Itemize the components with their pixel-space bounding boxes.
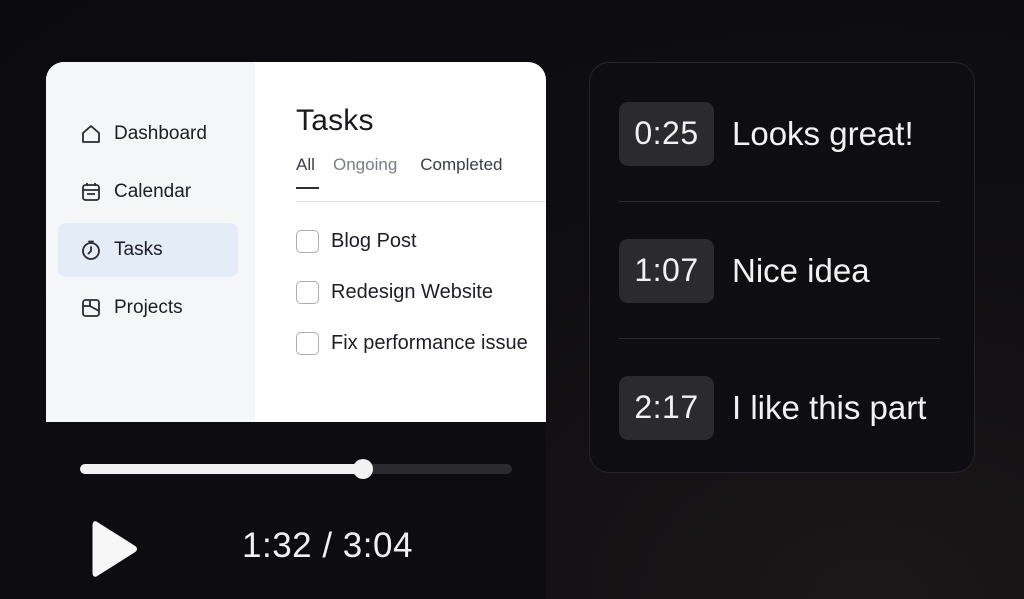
tab-all[interactable]: All (296, 153, 319, 186)
list-item: Redesign Website (296, 267, 546, 318)
list-item: Blog Post (296, 216, 546, 267)
play-button[interactable] (90, 518, 140, 580)
play-icon (92, 521, 137, 577)
comment-item: 0:25 Looks great! (619, 65, 940, 202)
sidebar-item-label: Dashboard (114, 123, 207, 144)
progress-bar[interactable] (80, 459, 512, 479)
comment-text: Nice idea (732, 251, 870, 289)
task-checkbox[interactable] (296, 332, 319, 355)
sidebar-item-calendar[interactable]: Calendar (58, 165, 238, 219)
folder-icon (80, 297, 102, 319)
task-checkbox[interactable] (296, 281, 319, 304)
comments-panel: 0:25 Looks great! 1:07 Nice idea 2:17 I … (589, 62, 975, 473)
tab-divider (296, 201, 546, 202)
progress-handle[interactable] (353, 459, 374, 479)
tab-completed[interactable]: Completed (420, 153, 502, 186)
sidebar-item-projects[interactable]: Projects (58, 281, 238, 335)
sidebar-item-label: Projects (114, 297, 183, 318)
video-frame[interactable]: Dashboard Calendar Tasks Projects Tasks … (46, 62, 546, 422)
tasks-main: Tasks All Ongoing Completed Blog Post Re… (255, 62, 546, 422)
task-checkbox[interactable] (296, 230, 319, 253)
time-display: 1:32 / 3:04 (242, 526, 413, 565)
task-list: Blog Post Redesign Website Fix performan… (296, 216, 546, 369)
sidebar-item-dashboard[interactable]: Dashboard (58, 107, 238, 161)
comment-text: Looks great! (732, 114, 914, 152)
task-label: Fix performance issue (331, 332, 528, 354)
task-tabs: All Ongoing Completed (296, 153, 546, 186)
player-controls: 1:32 / 3:04 (46, 422, 546, 599)
comment-item: 1:07 Nice idea (619, 202, 940, 339)
video-player: Dashboard Calendar Tasks Projects Tasks … (46, 62, 546, 599)
calendar-icon (80, 181, 102, 203)
home-icon (80, 123, 102, 145)
comment-text: I like this part (732, 388, 927, 426)
task-label: Blog Post (331, 230, 417, 252)
progress-fill (80, 464, 364, 474)
app-sidebar: Dashboard Calendar Tasks Projects (46, 62, 255, 422)
sidebar-item-label: Calendar (114, 181, 192, 202)
page-title: Tasks (296, 104, 374, 137)
task-label: Redesign Website (331, 281, 493, 303)
list-item: Fix performance issue (296, 318, 546, 369)
sidebar-item-label: Tasks (114, 239, 163, 260)
timestamp-badge[interactable]: 0:25 (619, 101, 714, 166)
timestamp-badge[interactable]: 2:17 (619, 375, 714, 440)
timestamp-badge[interactable]: 1:07 (619, 238, 714, 303)
sidebar-item-tasks[interactable]: Tasks (58, 223, 238, 277)
clock-icon (80, 239, 102, 261)
tab-ongoing[interactable]: Ongoing (333, 153, 397, 186)
comment-item: 2:17 I like this part (619, 339, 940, 476)
